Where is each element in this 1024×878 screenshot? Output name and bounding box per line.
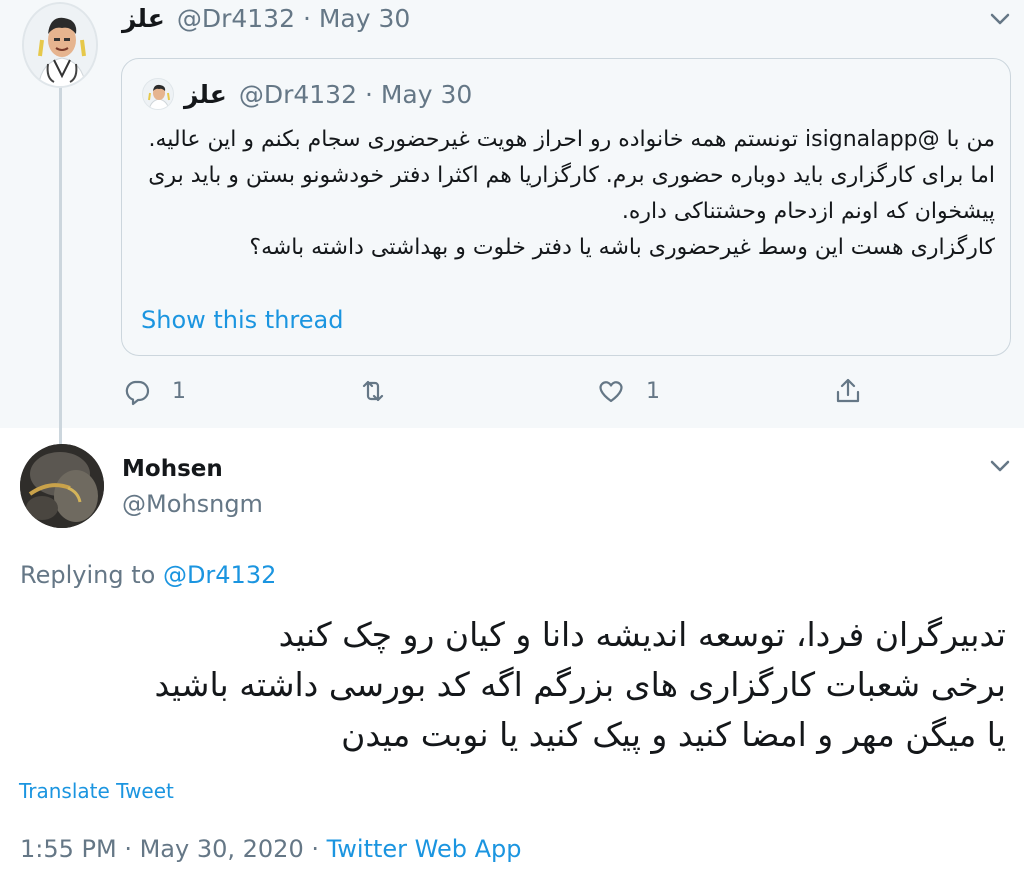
retweet-icon: [362, 380, 384, 402]
reply-count: 1: [172, 378, 186, 404]
like-count: 1: [646, 378, 660, 404]
reply-line: برخی شعبات کارگزاری های بزرگم اگه کد بور…: [154, 665, 1006, 704]
share-action[interactable]: [833, 376, 863, 406]
tweet-metadata: 1:55 PM · May 30, 2020 · Twitter Web App: [20, 835, 522, 863]
reply-tweet-text: تدبیرگران فردا، توسعه اندیشه دانا و کیان…: [16, 610, 1006, 760]
reply-action[interactable]: 1: [122, 376, 186, 406]
replying-to: Replying to @Dr4132: [20, 561, 276, 589]
show-thread-link[interactable]: Show this thread: [141, 306, 343, 334]
quoted-header: علز @Dr4132 · May 30: [184, 80, 472, 109]
thread-connector-line: [59, 86, 62, 444]
quoted-tweet-text: من با @isignalapp تونستم همه خانواده رو …: [135, 122, 995, 266]
replying-mention-link[interactable]: @Dr4132: [163, 561, 276, 589]
tweet-time-date[interactable]: 1:55 PM · May 30, 2020 ·: [20, 835, 327, 863]
tweet-source-link[interactable]: Twitter Web App: [327, 835, 522, 863]
quoted-author-name: علز: [184, 80, 227, 109]
chevron-down-icon[interactable]: [985, 4, 1015, 34]
heart-icon: [599, 381, 623, 403]
translate-tweet-link[interactable]: Translate Tweet: [19, 779, 174, 803]
retweet-action[interactable]: [358, 376, 388, 406]
reply-author-handle[interactable]: @Mohsngm: [122, 490, 263, 518]
share-icon: [836, 378, 860, 403]
reply-line: یا میگن مهر و امضا کنید و پیک کنید یا نو…: [341, 715, 1006, 754]
reply-author-name[interactable]: Mohsen: [122, 456, 223, 482]
quoted-handle-date: @Dr4132 · May 30: [238, 80, 473, 109]
quoted-line: کارگزاری هست این وسط غیرحضوری باشه یا دف…: [249, 235, 995, 260]
parent-tweet[interactable]: علز @Dr4132 · May 30 علز @Dr4132 · May 3…: [0, 0, 1024, 444]
quoted-author-avatar: [142, 78, 174, 110]
parent-handle-date[interactable]: @Dr4132 · May 30: [177, 4, 410, 33]
replying-prefix: Replying to: [20, 561, 163, 589]
reply-icon: [125, 380, 150, 406]
parent-header: علز @Dr4132 · May 30: [122, 4, 410, 33]
reply-line: تدبیرگران فردا، توسعه اندیشه دانا و کیان…: [278, 615, 1006, 654]
quoted-line: اما برای کارگزاری باید دوباره حضوری برم.…: [148, 163, 995, 224]
reply-author-avatar[interactable]: [20, 444, 104, 528]
quoted-line: من با @isignalapp تونستم همه خانواده رو …: [148, 127, 995, 152]
parent-author-name[interactable]: علز: [122, 4, 165, 33]
chevron-down-icon[interactable]: [985, 451, 1015, 481]
like-action[interactable]: 1: [596, 376, 660, 406]
parent-author-avatar[interactable]: [22, 2, 98, 88]
